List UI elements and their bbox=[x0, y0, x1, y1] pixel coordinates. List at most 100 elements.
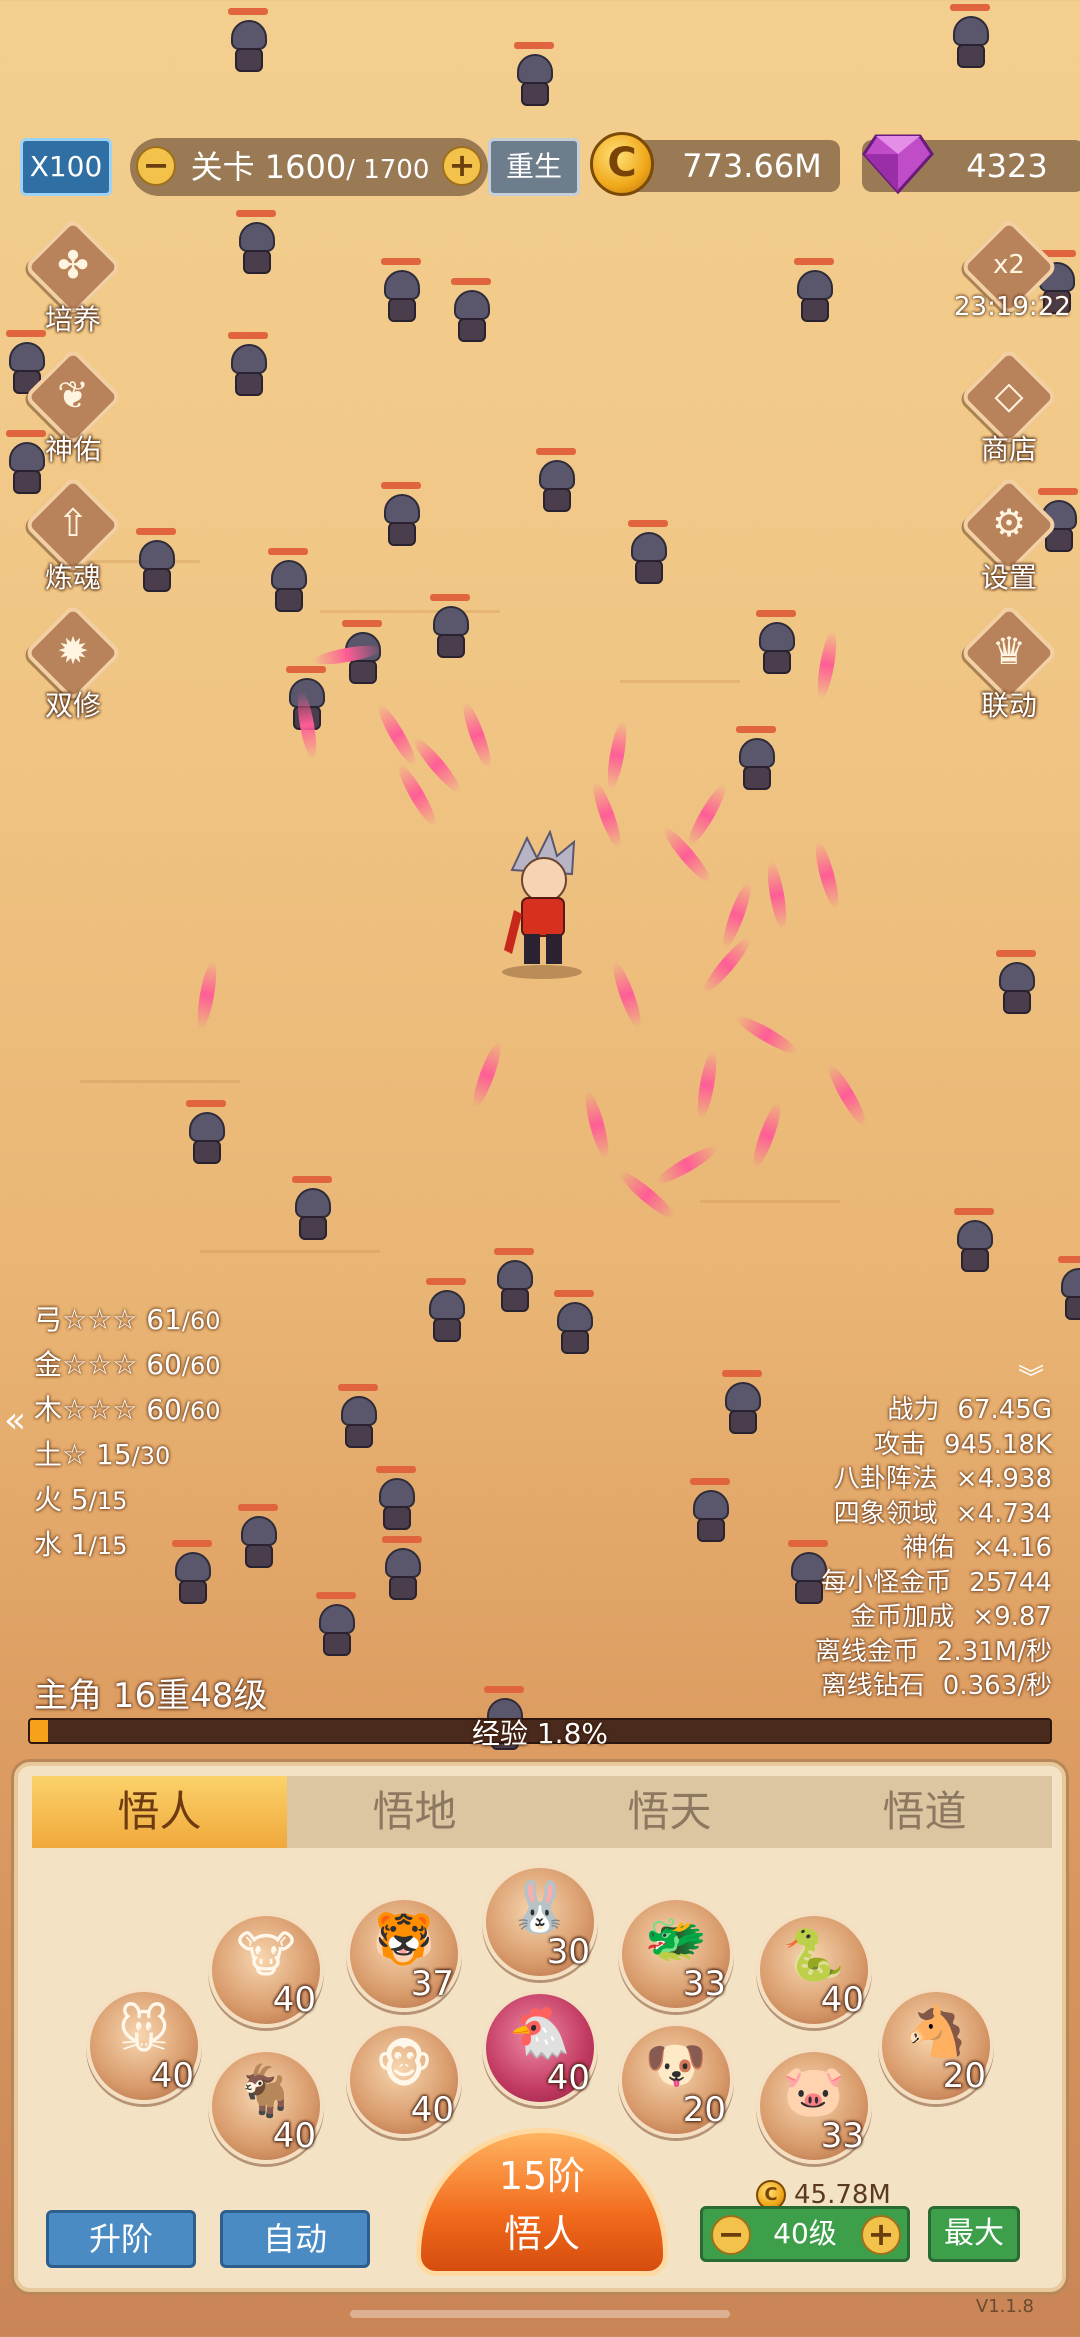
link-button[interactable]: ♛ 联动 bbox=[954, 603, 1064, 722]
enemy-sprite bbox=[445, 278, 499, 348]
slash-effect bbox=[373, 701, 421, 769]
slash-effect bbox=[748, 1099, 786, 1171]
element-max: /60 bbox=[181, 1307, 221, 1335]
multiplier-button[interactable]: X100 bbox=[20, 138, 112, 196]
stage-plus-button[interactable]: + bbox=[442, 146, 482, 186]
zodiac-horse[interactable]: 🐴 20 bbox=[878, 1988, 994, 2104]
flame-icon: ✹ bbox=[57, 629, 89, 673]
chevron-down-icon[interactable]: ︾ bbox=[1018, 1358, 1044, 1395]
zodiac-level: 40 bbox=[272, 1980, 316, 2020]
zodiac-snake[interactable]: 🐍 40 bbox=[756, 1912, 872, 2028]
slash-effect bbox=[581, 1089, 613, 1161]
stage-minus-button[interactable]: − bbox=[136, 146, 176, 186]
element-value: 60 bbox=[146, 1348, 182, 1381]
stat-label: 离线金币 bbox=[814, 1636, 919, 1667]
slash-effect bbox=[588, 779, 626, 851]
sand-ripple bbox=[700, 1200, 840, 1203]
slash-effect bbox=[764, 859, 790, 931]
enemy-sprite bbox=[230, 210, 284, 280]
element-row: 火 5/15 bbox=[34, 1478, 220, 1523]
max-level-button[interactable]: 最大 bbox=[928, 2206, 1020, 2262]
menu-blessing-button[interactable]: ❦ 神佑 bbox=[18, 347, 128, 466]
enemy-sprite bbox=[750, 610, 804, 680]
upgrade-rank-button[interactable]: 升阶 bbox=[46, 2210, 196, 2268]
zodiac-dragon[interactable]: 🐲 33 bbox=[618, 1896, 734, 2012]
element-max: /15 bbox=[88, 1532, 128, 1560]
menu-label: 神佑 bbox=[44, 433, 101, 466]
zodiac-tiger[interactable]: 🐯 37 bbox=[346, 1896, 462, 2012]
gem-value: 4323 bbox=[966, 147, 1048, 185]
zodiac-pig[interactable]: 🐷 33 bbox=[756, 2048, 872, 2164]
slash-effect bbox=[683, 781, 731, 849]
hero-character bbox=[502, 830, 582, 979]
rank-upgrade-button[interactable]: 15阶 悟人 bbox=[416, 2128, 668, 2276]
slash-effect bbox=[194, 959, 220, 1031]
level-minus-button[interactable]: − bbox=[711, 2215, 751, 2255]
enemy-sprite bbox=[530, 448, 584, 518]
stat-row: 八卦阵法 ×4.938 bbox=[815, 1462, 1052, 1497]
zodiac-rat[interactable]: 🐭 40 bbox=[86, 1988, 202, 2104]
auto-button[interactable]: 自动 bbox=[220, 2210, 370, 2268]
menu-label: 培养 bbox=[44, 303, 101, 336]
sand-ripple bbox=[80, 1080, 240, 1083]
element-max: /15 bbox=[88, 1487, 128, 1515]
tab-wudi[interactable]: 悟地 bbox=[287, 1776, 542, 1848]
menu-refine-soul-button[interactable]: ⇧ 炼魂 bbox=[18, 475, 128, 594]
stat-label: 四象领域 bbox=[833, 1498, 938, 1529]
stat-row: 四象领域 ×4.734 bbox=[815, 1497, 1052, 1532]
enemy-sprite bbox=[730, 726, 784, 796]
tiger-icon: 🐯 bbox=[372, 1910, 436, 1968]
stat-value: ×4.734 bbox=[955, 1498, 1052, 1529]
speed-boost-button[interactable]: x2 23:19:22 bbox=[954, 217, 1071, 336]
stat-value: 0.363/秒 bbox=[942, 1671, 1052, 1701]
slash-effect bbox=[608, 959, 646, 1031]
zodiac-dog[interactable]: 🐶 20 bbox=[618, 2022, 734, 2138]
element-row: 水 1/15 bbox=[34, 1523, 220, 1568]
level-plus-button[interactable]: + bbox=[861, 2215, 901, 2255]
gold-coin-icon: C bbox=[590, 132, 654, 196]
ox-icon: 🐮 bbox=[236, 1926, 296, 1984]
element-name: 木☆☆☆ bbox=[34, 1393, 138, 1426]
tab-wudao[interactable]: 悟道 bbox=[797, 1776, 1052, 1848]
enemy-sprite bbox=[232, 1504, 286, 1574]
rebirth-button[interactable]: 重生 bbox=[488, 138, 580, 196]
enemy-sprite bbox=[716, 1370, 770, 1440]
stat-row: 神佑 ×4.16 bbox=[815, 1531, 1052, 1566]
slash-effect bbox=[468, 1039, 506, 1111]
enemy-sprite bbox=[488, 1248, 542, 1318]
tab-wuren[interactable]: 悟人 bbox=[32, 1776, 287, 1848]
enemy-sprite bbox=[684, 1478, 738, 1548]
zodiac-level: 40 bbox=[272, 2116, 316, 2156]
element-max: /30 bbox=[131, 1442, 171, 1470]
stat-row: 攻击 945.18K bbox=[815, 1428, 1052, 1463]
stat-label: 离线钻石 bbox=[820, 1671, 925, 1701]
stat-value: 2.31M/秒 bbox=[936, 1636, 1052, 1667]
sand-ripple bbox=[620, 680, 740, 683]
stage-selector: − 关卡 1600/ 1700 + bbox=[130, 138, 488, 196]
menu-dual-cultivation-button[interactable]: ✹ 双修 bbox=[18, 603, 128, 722]
tab-wutian[interactable]: 悟天 bbox=[542, 1776, 797, 1848]
menu-cultivate-button[interactable]: ✤ 培养 bbox=[18, 217, 128, 336]
gold-counter: C 773.66M bbox=[590, 132, 840, 196]
pig-icon: 🐷 bbox=[782, 2062, 846, 2120]
stat-label: 每小怪金币 bbox=[821, 1567, 952, 1598]
element-name: 土☆ bbox=[34, 1438, 88, 1471]
stage-label: 关卡 1600/ 1700 bbox=[180, 138, 440, 199]
stat-label: 金币加成 bbox=[850, 1602, 955, 1632]
element-name: 金☆☆☆ bbox=[34, 1348, 138, 1381]
element-name: 火 bbox=[34, 1483, 63, 1516]
slash-effect bbox=[659, 823, 715, 887]
zodiac-rooster[interactable]: 🐔 40 bbox=[482, 1990, 598, 2106]
enemy-sprite bbox=[424, 594, 478, 664]
collapse-left-icon[interactable]: « bbox=[4, 1400, 26, 1441]
element-row: 弓☆☆☆ 61/60 bbox=[34, 1298, 220, 1343]
stage-total: / 1700 bbox=[346, 155, 430, 185]
zodiac-rabbit[interactable]: 🐰 30 bbox=[482, 1864, 598, 1980]
settings-button[interactable]: ⚙ 设置 bbox=[954, 475, 1064, 594]
zodiac-ox[interactable]: 🐮 40 bbox=[208, 1912, 324, 2028]
menu-label: 设置 bbox=[980, 561, 1037, 594]
zodiac-monkey[interactable]: 🐵 40 bbox=[346, 2022, 462, 2138]
zodiac-goat[interactable]: 🐐 40 bbox=[208, 2048, 324, 2164]
shop-button[interactable]: ◇ 商店 bbox=[954, 347, 1064, 466]
zodiac-level: 30 bbox=[546, 1932, 590, 1972]
